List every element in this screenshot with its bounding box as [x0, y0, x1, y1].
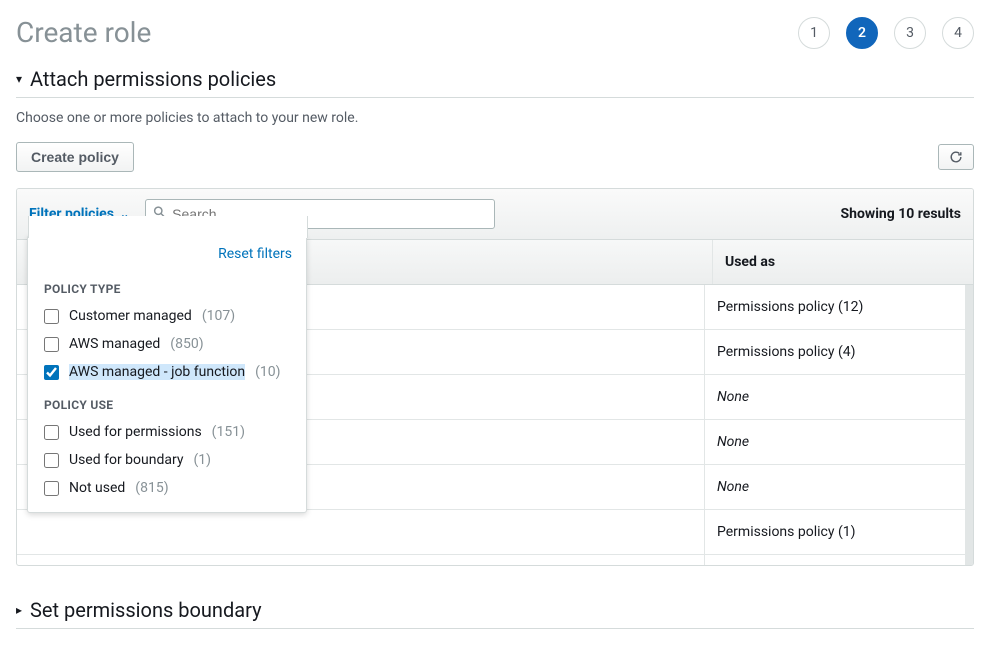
section-attach-description: Choose one or more policies to attach to…: [16, 110, 974, 126]
filter-option-label: AWS managed - job function: [69, 364, 245, 380]
cell-used-as: None: [705, 465, 965, 509]
filter-option-count: (10): [255, 364, 280, 380]
filter-checkbox[interactable]: [44, 337, 59, 352]
page-title: Create role: [16, 16, 151, 49]
table-row[interactable]: Permissions policy (3): [17, 555, 965, 565]
filter-option-label: Customer managed: [69, 308, 192, 324]
cell-used-as: None: [705, 420, 965, 464]
filter-option-count: (151): [212, 424, 245, 440]
filter-group-policy-type: POLICY TYPE: [28, 270, 306, 302]
refresh-icon: [949, 150, 963, 164]
filter-checkbox[interactable]: [44, 481, 59, 496]
caret-right-icon: [16, 603, 22, 617]
cell-policy-name: [17, 555, 705, 565]
cell-used-as: Permissions policy (12): [705, 285, 965, 329]
filter-policies-dropdown: Reset filters POLICY TYPE Customer manag…: [27, 235, 307, 513]
cell-used-as: Permissions policy (4): [705, 330, 965, 374]
filter-option-count: (815): [135, 480, 168, 496]
wizard-step-2[interactable]: 2: [846, 17, 878, 49]
filter-option-label: AWS managed: [69, 336, 160, 352]
filter-group-policy-use: POLICY USE: [28, 386, 306, 418]
section-attach-header[interactable]: Attach permissions policies: [16, 63, 974, 98]
filter-option-customer-managed[interactable]: Customer managed (107): [28, 302, 306, 330]
filter-option-count: (107): [202, 308, 235, 324]
caret-down-icon: [16, 72, 22, 86]
filter-option-used-for-boundary[interactable]: Used for boundary (1): [28, 446, 306, 474]
cell-used-as: Permissions policy (1): [705, 510, 965, 554]
create-policy-button[interactable]: Create policy: [16, 142, 134, 172]
filter-option-used-for-permissions[interactable]: Used for permissions (151): [28, 418, 306, 446]
cell-used-as: None: [705, 375, 965, 419]
filter-option-count: (850): [170, 336, 203, 352]
refresh-button[interactable]: [938, 144, 974, 170]
filter-option-label: Used for permissions: [69, 424, 202, 440]
reset-filters-link[interactable]: Reset filters: [28, 236, 306, 270]
col-used-as-header: Used as: [713, 240, 973, 284]
wizard-step-1[interactable]: 1: [798, 17, 830, 49]
section-boundary-header[interactable]: Set permissions boundary: [16, 594, 974, 629]
filter-option-label: Not used: [69, 480, 125, 496]
filter-checkbox[interactable]: [44, 365, 59, 380]
filter-checkbox[interactable]: [44, 425, 59, 440]
wizard-step-4[interactable]: 4: [942, 17, 974, 49]
wizard-steps: 1234: [798, 17, 974, 49]
filter-option-aws-managed[interactable]: AWS managed (850): [28, 330, 306, 358]
filter-option-count: (1): [193, 452, 211, 468]
section-attach-title: Attach permissions policies: [30, 67, 276, 91]
wizard-step-3[interactable]: 3: [894, 17, 926, 49]
filter-option-aws-managed-job-function[interactable]: AWS managed - job function (10): [28, 358, 306, 386]
cell-used-as: Permissions policy (3): [705, 555, 965, 565]
filter-checkbox[interactable]: [44, 309, 59, 324]
filter-checkbox[interactable]: [44, 453, 59, 468]
filter-option-label: Used for boundary: [69, 452, 183, 468]
policies-panel: Filter policies ⌄ Showing 10 results Res…: [16, 188, 974, 566]
table-row[interactable]: Permissions policy (1): [17, 510, 965, 555]
cell-policy-name: [17, 510, 705, 554]
filter-bar: Filter policies ⌄ Showing 10 results Res…: [17, 189, 973, 240]
section-boundary-title: Set permissions boundary: [30, 598, 262, 622]
results-count: Showing 10 results: [841, 206, 961, 222]
filter-option-not-used[interactable]: Not used (815): [28, 474, 306, 502]
